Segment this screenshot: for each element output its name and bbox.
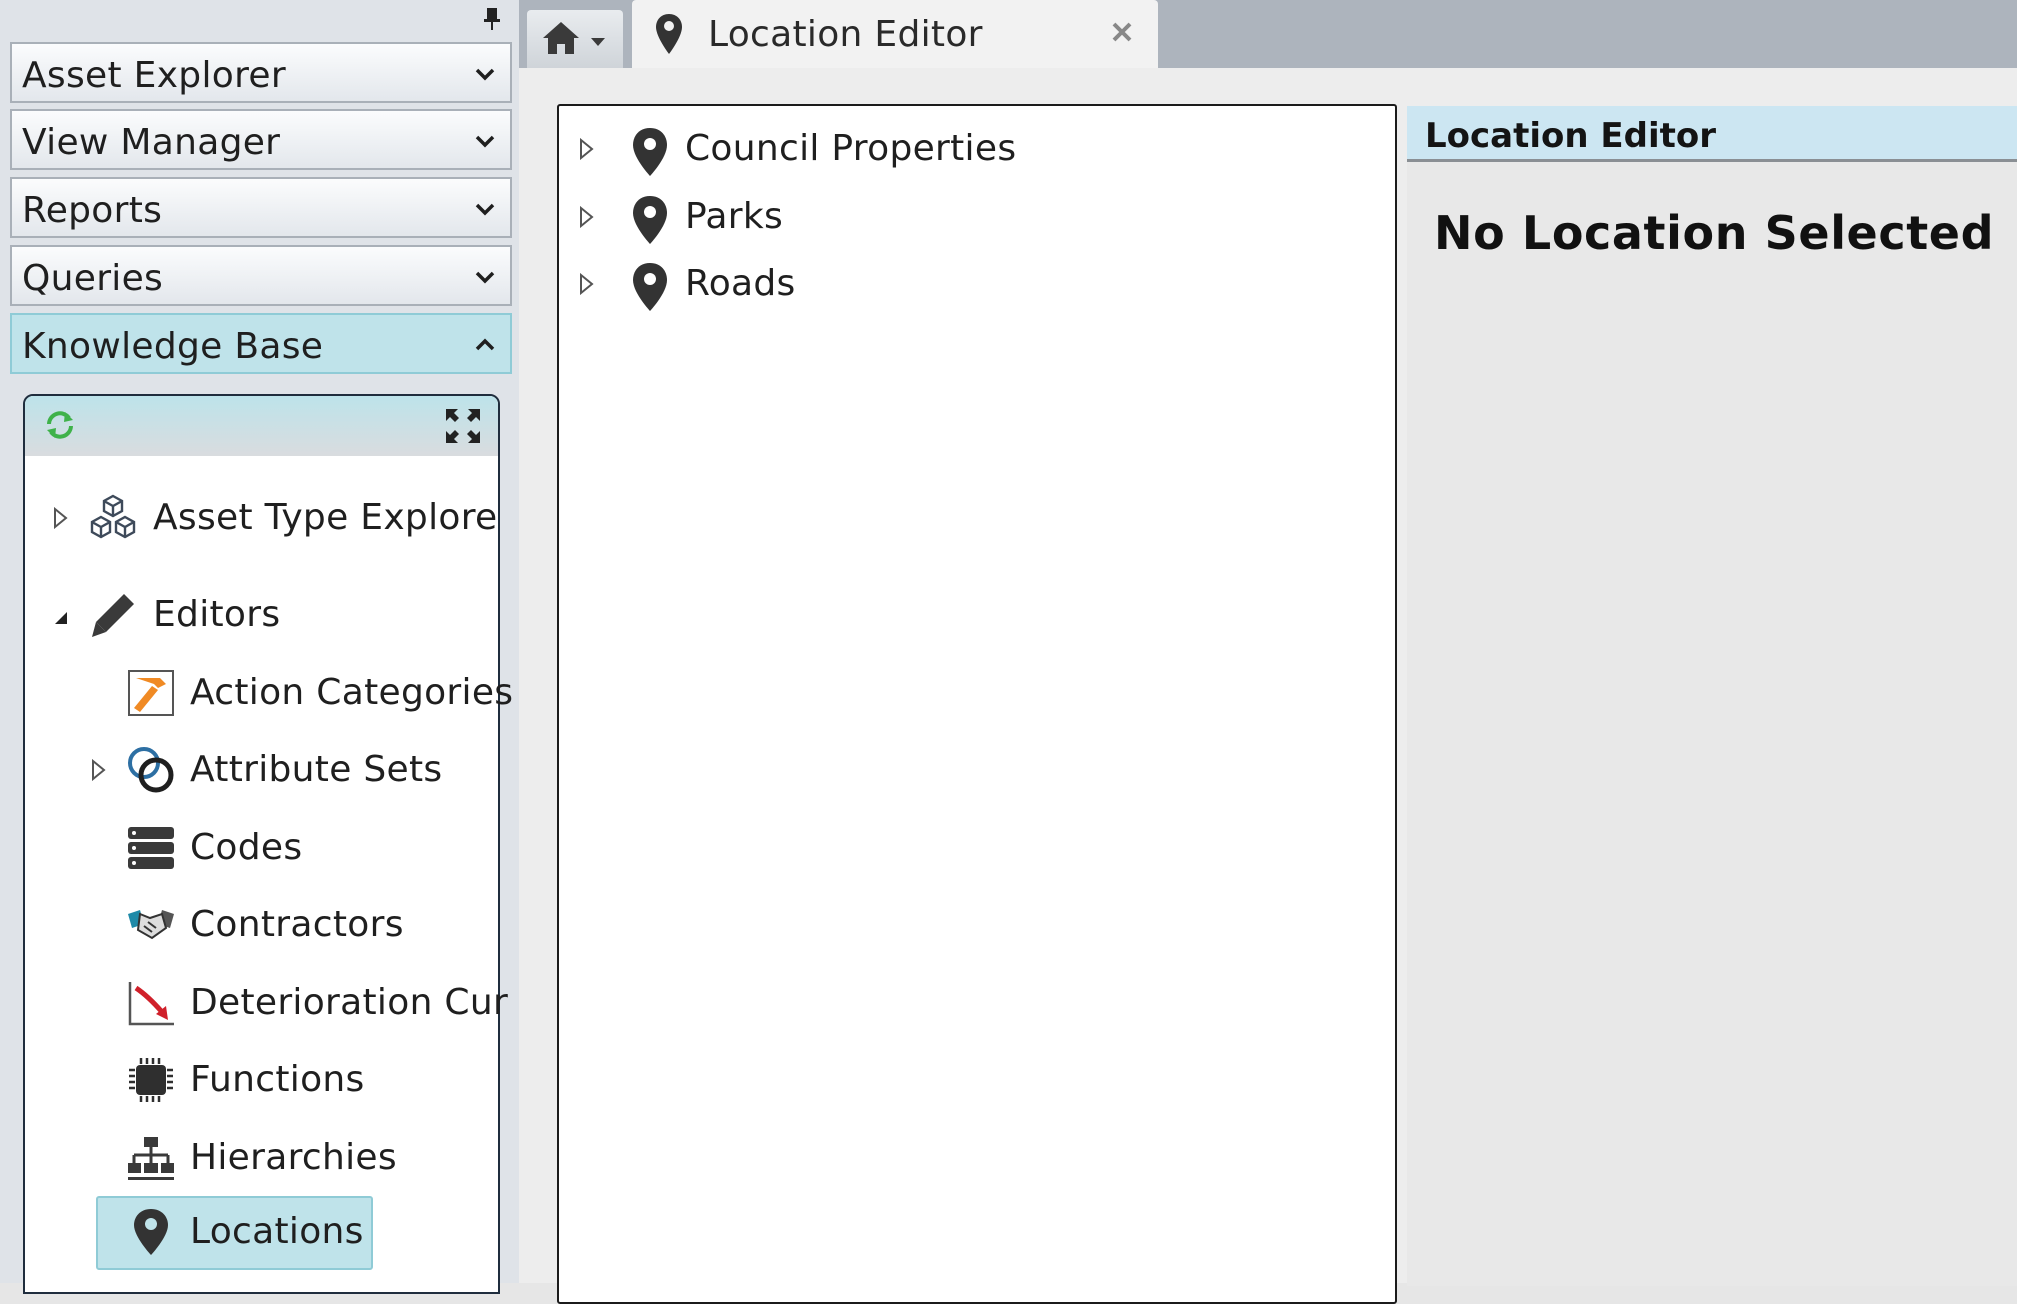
collapse-arrow-icon[interactable]	[53, 606, 69, 628]
tab-strip: Location Editor	[519, 0, 2017, 68]
map-pin-icon	[633, 263, 667, 311]
tab-location-editor[interactable]: Location Editor	[632, 0, 1158, 68]
hierarchy-icon	[128, 1137, 174, 1180]
tree-item-functions[interactable]: Functions	[0, 1051, 500, 1111]
cubes-icon	[90, 494, 136, 539]
tree-item-editors[interactable]: Editors	[0, 586, 500, 646]
tree-item-asset-type-explorer[interactable]: Asset Type Explore	[0, 489, 500, 549]
tree-item-label: Action Categories	[190, 672, 514, 713]
knowledge-base-toolbar	[25, 396, 498, 456]
expand-arrow-icon[interactable]	[91, 759, 107, 781]
sidebar: Asset Explorer View Manager Reports Quer…	[0, 0, 520, 1294]
home-tab[interactable]	[527, 10, 623, 68]
tree-item-attribute-sets[interactable]: Attribute Sets	[0, 741, 500, 801]
location-label: Parks	[685, 196, 784, 237]
pushpin-icon[interactable]	[483, 7, 501, 31]
chevron-down-icon	[475, 203, 495, 216]
chevron-down-icon	[591, 38, 605, 46]
refresh-icon[interactable]	[43, 408, 77, 442]
tree-item-action-categories[interactable]: Action Categories	[0, 664, 513, 724]
tree-item-locations[interactable]: Locations	[0, 1203, 500, 1263]
accordion-label: View Manager	[22, 122, 281, 163]
content-area: Council Properties Parks Roads Location …	[519, 68, 2017, 1304]
location-item-parks[interactable]: Parks	[559, 188, 1395, 248]
rings-icon	[128, 747, 174, 793]
tab-label: Location Editor	[708, 14, 983, 55]
accordion-view-manager[interactable]: View Manager	[10, 109, 512, 170]
location-editor-panel: Location Editor No Location Selected	[1407, 106, 2017, 1286]
map-pin-icon	[633, 196, 667, 244]
location-tree: Council Properties Parks Roads	[557, 104, 1397, 1304]
expand-arrow-icon[interactable]	[579, 138, 595, 160]
tree-item-label: Asset Type Explore	[153, 497, 498, 538]
curve-icon	[128, 982, 174, 1026]
location-item-council-properties[interactable]: Council Properties	[559, 120, 1395, 180]
pencil-icon	[92, 594, 134, 637]
editor-header: Location Editor	[1407, 106, 2017, 162]
editor-title: Location Editor	[1425, 116, 1717, 156]
expand-icon[interactable]	[444, 407, 482, 445]
location-item-roads[interactable]: Roads	[559, 255, 1395, 315]
tree-item-label: Editors	[153, 594, 281, 635]
accordion-knowledge-base[interactable]: Knowledge Base	[10, 313, 512, 374]
map-pin-icon	[134, 1209, 168, 1255]
accordion-reports[interactable]: Reports	[10, 177, 512, 238]
chevron-down-icon	[475, 68, 495, 81]
chevron-down-icon	[475, 135, 495, 148]
codes-icon	[128, 827, 174, 869]
home-icon	[543, 22, 579, 54]
tree-item-label: Hierarchies	[190, 1137, 397, 1178]
tree-item-codes[interactable]: Codes	[0, 819, 500, 879]
tree-item-label: Locations	[190, 1211, 364, 1252]
expand-arrow-icon[interactable]	[579, 206, 595, 228]
location-label: Council Properties	[685, 128, 1017, 169]
expand-arrow-icon[interactable]	[53, 507, 69, 529]
accordion-asset-explorer[interactable]: Asset Explorer	[10, 42, 512, 103]
empty-state-message: No Location Selected	[1434, 206, 1995, 260]
accordion-label: Queries	[22, 258, 164, 299]
tree-item-contractors[interactable]: Contractors	[0, 896, 500, 956]
tree-item-hierarchies[interactable]: Hierarchies	[0, 1129, 500, 1189]
accordion-label: Knowledge Base	[22, 326, 324, 367]
accordion-label: Reports	[22, 190, 163, 231]
chip-icon	[129, 1058, 173, 1102]
accordion-queries[interactable]: Queries	[10, 245, 512, 306]
chevron-up-icon	[475, 338, 495, 351]
close-icon[interactable]	[1110, 20, 1134, 44]
handshake-icon	[128, 910, 174, 940]
map-pin-icon	[633, 128, 667, 176]
tree-item-label: Attribute Sets	[190, 749, 443, 790]
map-pin-icon	[656, 14, 682, 54]
tree-item-label: Codes	[190, 827, 303, 868]
tree-item-label: Contractors	[190, 904, 404, 945]
expand-arrow-icon[interactable]	[579, 273, 595, 295]
hammer-icon	[128, 670, 174, 716]
tree-item-label: Functions	[190, 1059, 365, 1100]
sidebar-pin-bar	[0, 0, 519, 38]
chevron-down-icon	[475, 271, 495, 284]
tree-item-label: Deterioration Cur	[190, 982, 509, 1023]
tree-item-deterioration-curves[interactable]: Deterioration Cur	[0, 974, 508, 1034]
accordion-label: Asset Explorer	[22, 55, 286, 96]
location-label: Roads	[685, 263, 796, 304]
